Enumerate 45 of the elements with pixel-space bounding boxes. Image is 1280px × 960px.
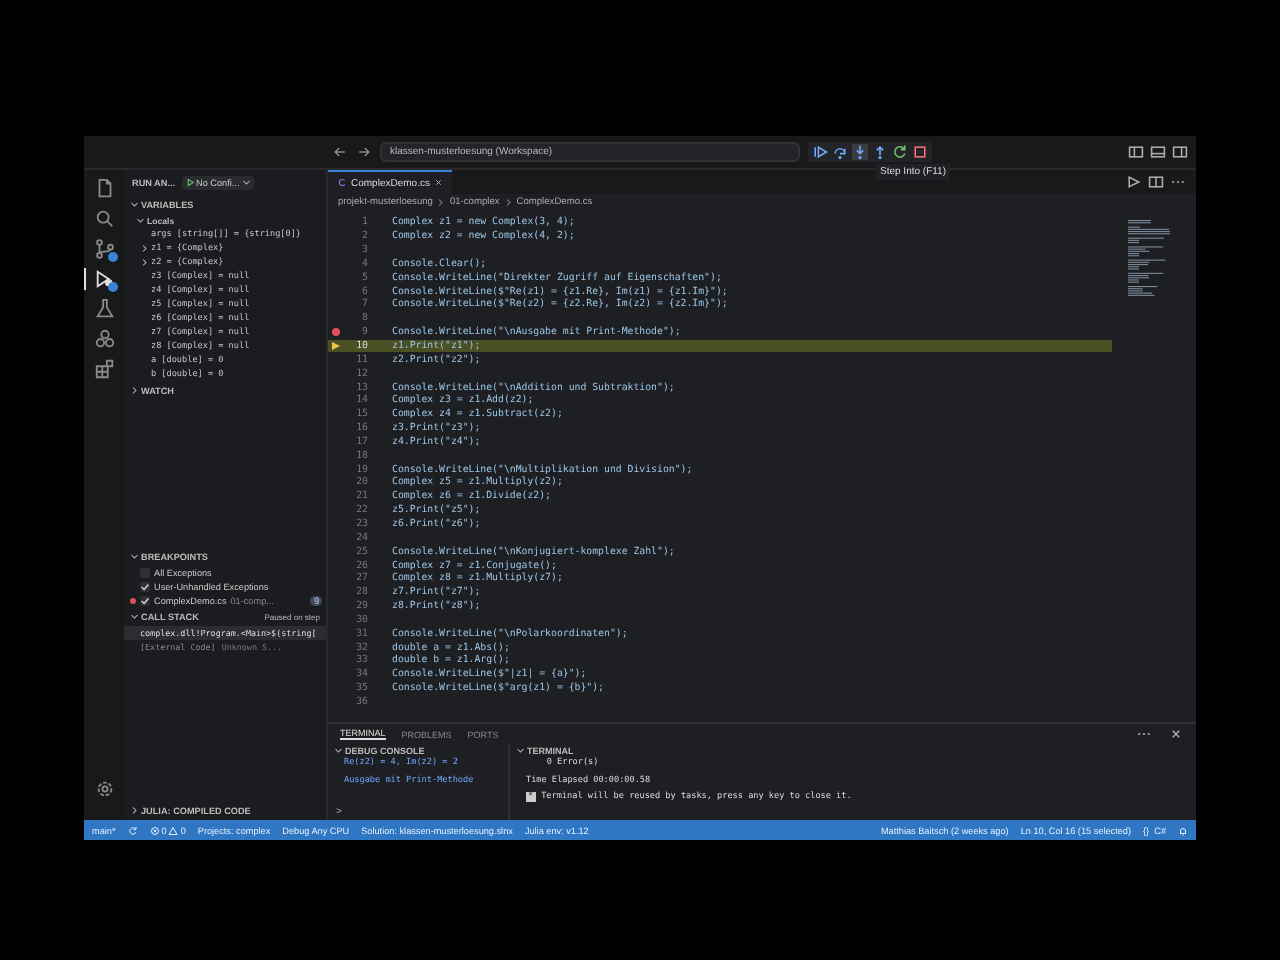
bell-icon[interactable] xyxy=(1178,825,1188,835)
chevron-icon xyxy=(241,178,251,188)
flask-icon[interactable] xyxy=(94,298,116,320)
layout-icon[interactable] xyxy=(1128,144,1144,160)
breakpoint-dot xyxy=(130,598,136,604)
chevron-icon xyxy=(503,198,513,208)
breakpoint-dot[interactable] xyxy=(332,328,340,337)
stop-icon[interactable] xyxy=(912,144,928,160)
extensions-icon[interactable] xyxy=(94,358,116,380)
error-icon xyxy=(149,825,160,835)
search-icon[interactable] xyxy=(94,208,116,230)
chevron-icon xyxy=(516,746,525,756)
back-icon[interactable] xyxy=(332,144,348,160)
sync-icon[interactable] xyxy=(127,825,138,835)
split-editor-icon[interactable] xyxy=(1148,174,1164,190)
file-type-icon xyxy=(338,178,347,188)
current-line-arrow xyxy=(332,342,340,351)
chevron-icon xyxy=(334,746,343,756)
files-icon[interactable] xyxy=(94,178,116,200)
chevron-icon xyxy=(130,806,139,816)
chevron-icon xyxy=(130,612,139,622)
branch-icon[interactable] xyxy=(94,238,116,260)
checkbox[interactable] xyxy=(140,582,150,592)
settings-icon[interactable] xyxy=(94,778,116,800)
chevron-icon xyxy=(130,386,139,396)
sidebar-toggle-icon[interactable] xyxy=(1172,144,1188,160)
chevron-icon xyxy=(130,552,139,562)
restart-icon[interactable] xyxy=(892,144,908,160)
notification-badge xyxy=(108,252,118,262)
play-icon xyxy=(185,178,195,188)
warning-icon xyxy=(168,825,179,835)
forward-icon[interactable] xyxy=(356,144,372,160)
notification-badge xyxy=(108,282,118,292)
circles-icon[interactable] xyxy=(94,328,116,350)
bug-play-icon[interactable] xyxy=(94,268,116,290)
step-over-icon[interactable] xyxy=(832,144,848,160)
panel-toggle-icon[interactable] xyxy=(1150,144,1166,160)
continue-icon[interactable] xyxy=(812,144,828,160)
step-into-icon[interactable] xyxy=(852,144,868,160)
checkbox[interactable] xyxy=(140,596,150,606)
close-icon[interactable] xyxy=(433,178,443,188)
close-icon[interactable] xyxy=(1168,726,1184,742)
step-out-icon[interactable] xyxy=(872,144,888,160)
chevron-icon xyxy=(436,198,446,208)
run-icon[interactable] xyxy=(1126,174,1142,190)
